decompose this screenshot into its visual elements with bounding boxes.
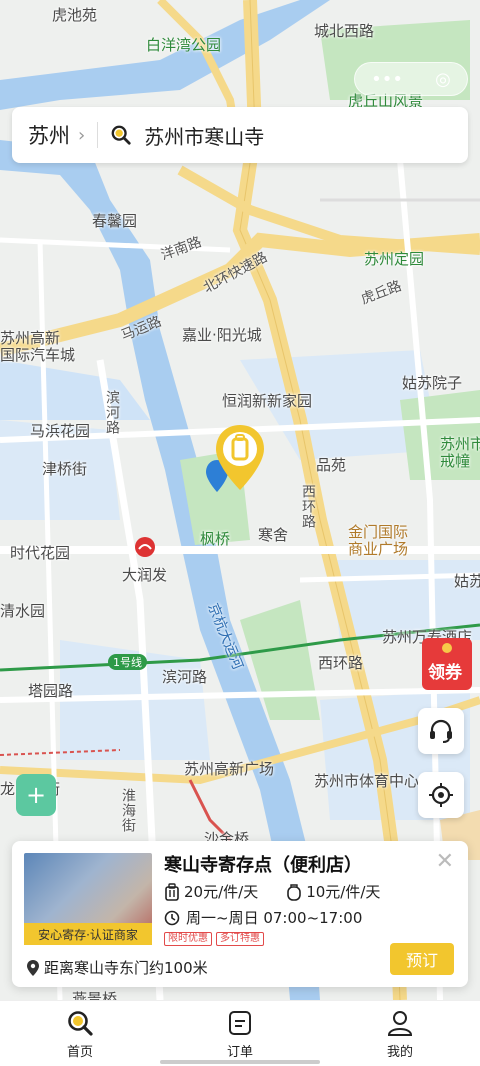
tab-home[interactable]: 首页 bbox=[0, 1001, 160, 1066]
tab-profile[interactable]: 我的 bbox=[320, 1001, 480, 1066]
certified-badge: 安心寄存·认证商家 bbox=[24, 923, 152, 945]
home-indicator bbox=[160, 1060, 320, 1064]
search-input[interactable]: 苏州市寒山寺 bbox=[144, 121, 264, 150]
search-icon bbox=[111, 125, 131, 145]
map-label-shidai-garden: 时代花园 bbox=[10, 544, 71, 562]
hours-text: 周一~周日 07:00~17:00 bbox=[186, 909, 363, 927]
coupon-label: 领券 bbox=[428, 663, 462, 683]
shield-plus-icon[interactable]: + bbox=[16, 774, 56, 816]
map-label-pinyuan: 品苑 bbox=[316, 456, 347, 474]
order-icon bbox=[229, 1011, 251, 1035]
map-label-fengqiao: 枫桥 bbox=[200, 530, 231, 548]
opening-hours: 周一~周日 07:00~17:00 bbox=[164, 907, 362, 928]
metro-line1-badge: 1号线 bbox=[108, 654, 147, 670]
map-label-chunxinyuan: 春馨园 bbox=[92, 212, 138, 230]
map-label-jinmen-plaza: 金门国际 商业广场 bbox=[348, 523, 409, 558]
map-label-hengrun: 恒润新新家园 bbox=[222, 392, 313, 410]
more-icon[interactable]: ••• bbox=[371, 69, 403, 90]
map-label-qingshuiyuan: 清水园 bbox=[0, 602, 46, 620]
map-label-mabin-garden: 马浜花园 bbox=[30, 422, 91, 440]
map-label-gusu-yuanzi: 姑苏院子 bbox=[402, 374, 463, 392]
map-label-binhe-road: 滨河路 bbox=[162, 668, 208, 686]
close-miniprogram-icon[interactable]: ◎ bbox=[435, 69, 451, 90]
map-label-yanqiao: 燕景桥 bbox=[72, 990, 118, 1000]
map-label-jinqiao-street: 津桥街 bbox=[42, 460, 88, 478]
storage-point-pin-icon[interactable] bbox=[212, 422, 268, 494]
map-label-gaoxin-bus: 苏州高新 国际汽车城 bbox=[0, 329, 76, 364]
map-label-huaihai-street: 淮海街 bbox=[120, 788, 136, 833]
map-label-xihuan-road-v: 西环路 bbox=[300, 484, 316, 529]
map-label-xihuan-road: 西环路 bbox=[318, 654, 364, 672]
large-luggage-icon bbox=[287, 883, 302, 901]
map-label-darunfa: 大润发 bbox=[122, 566, 168, 584]
darunfa-logo-icon bbox=[135, 537, 155, 557]
promo-tag: 多订特惠 bbox=[216, 932, 264, 946]
location-pin-icon bbox=[27, 959, 39, 976]
bottom-tab-bar: 首页 订单 我的 bbox=[0, 1000, 480, 1066]
price-large: 10元/件/天 bbox=[306, 883, 381, 901]
locate-me-button[interactable] bbox=[418, 772, 464, 818]
search-icon bbox=[68, 1011, 93, 1036]
price-small: 20元/件/天 bbox=[184, 883, 259, 901]
tab-home-label: 首页 bbox=[66, 1045, 93, 1060]
chevron-right-icon[interactable]: › bbox=[78, 125, 85, 146]
map-label-suzhou-dingyuan: 苏州定园 bbox=[364, 250, 425, 268]
map-label-gaoxin-plaza: 苏州高新广场 bbox=[184, 760, 275, 778]
miniprogram-capsule[interactable]: ••• ◎ bbox=[354, 62, 468, 96]
price-row: 20元/件/天 10元/件/天 bbox=[164, 881, 380, 902]
tab-orders[interactable]: 订单 bbox=[160, 1001, 320, 1066]
map-label-hanshe: 寒舍 bbox=[258, 526, 289, 544]
map-label-baiyangwan-park: 白洋湾公园 bbox=[146, 36, 222, 54]
customer-service-button[interactable] bbox=[418, 708, 464, 754]
map-label-tayuan-road: 塔园路 bbox=[28, 682, 74, 700]
distance-row: 距离寒山寺东门约100米 bbox=[26, 957, 208, 978]
promo-tags: 限时优惠 多订特惠 bbox=[164, 932, 264, 946]
search-divider bbox=[97, 122, 99, 148]
map-label-jiezhuang: 苏州市 戒幢 bbox=[440, 435, 480, 470]
book-button[interactable]: 预订 bbox=[390, 943, 454, 975]
map-label-jiaye: 嘉业·阳光城 bbox=[182, 326, 262, 344]
crosshair-icon bbox=[429, 783, 453, 807]
map-label-sports-center: 苏州市体育中心 bbox=[314, 772, 420, 790]
tab-profile-label: 我的 bbox=[386, 1045, 413, 1060]
status-bar bbox=[0, 0, 480, 34]
city-selector[interactable]: 苏州 bbox=[28, 120, 70, 150]
user-icon bbox=[387, 1011, 413, 1036]
store-name: 寒山寺寄存点（便利店） bbox=[164, 855, 362, 876]
coupon-button[interactable]: 领券 bbox=[420, 634, 476, 694]
search-bar[interactable]: 苏州 › 苏州市寒山寺 bbox=[12, 107, 468, 163]
map-label-gusu: 姑苏 bbox=[454, 572, 480, 590]
clock-icon bbox=[164, 910, 180, 925]
storage-point-card[interactable]: 安心寄存·认证商家 寒山寺寄存点（便利店） ✕ 20元/件/天 10元/件/天 … bbox=[12, 841, 468, 987]
small-luggage-icon bbox=[165, 882, 179, 901]
headset-icon bbox=[430, 719, 452, 743]
map-label-binhe-road-v: 滨河路 bbox=[104, 390, 120, 435]
distance-text: 距离寒山寺东门约100米 bbox=[44, 959, 208, 977]
promo-tag: 限时优惠 bbox=[164, 932, 212, 946]
close-icon[interactable]: ✕ bbox=[436, 849, 454, 874]
tab-orders-label: 订单 bbox=[226, 1045, 253, 1060]
